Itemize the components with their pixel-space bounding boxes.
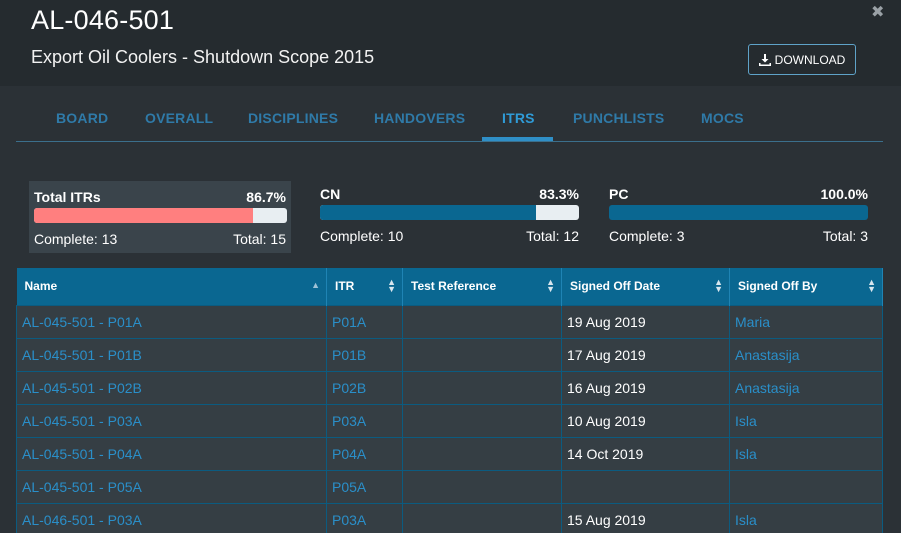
stat-complete: Complete: 3	[609, 228, 685, 244]
download-label: DOWNLOAD	[774, 52, 846, 67]
sort-icon[interactable]: ▲ ▼	[714, 278, 723, 294]
table-row[interactable]: AL-045-501 - P04A P04A 14 Oct 2019 Isla	[16, 436, 883, 471]
table-header-row: Name ▲▼ ITR ▲▼ Test Reference ▲▼ Signed …	[16, 268, 883, 305]
cell-itr[interactable]: P03A	[326, 403, 403, 438]
column-header-label: Signed Off By	[738, 279, 818, 294]
table-row[interactable]: AL-046-501 - P03A P03A 15 Aug 2019 Isla	[16, 502, 883, 533]
cell-test-reference	[402, 469, 562, 504]
cell-name[interactable]: AL-045-501 - P02B	[16, 370, 327, 405]
cell-test-reference	[402, 436, 562, 471]
table-row[interactable]: AL-045-501 - P02B P02B 16 Aug 2019 Anast…	[16, 370, 883, 405]
cell-signed-off-date: 15 Aug 2019	[561, 502, 730, 533]
cell-signed-off-date: 16 Aug 2019	[561, 370, 730, 405]
cell-itr[interactable]: P05A	[326, 469, 403, 504]
cell-signed-off-date: 14 Oct 2019	[561, 436, 730, 471]
stat-title: CN	[320, 186, 341, 202]
stat-total: Total: 15	[233, 231, 286, 247]
cell-name[interactable]: AL-045-501 - P01B	[16, 337, 327, 372]
column-header-label: ITR	[335, 279, 355, 294]
cell-itr[interactable]: P04A	[326, 436, 403, 471]
stat-card-pc[interactable]: PC 100.0% Complete: 3 Total: 3	[604, 181, 874, 253]
modal-header: AL-046-501 Export Oil Coolers - Shutdown…	[0, 0, 901, 86]
tab-bar: BOARD OVERALL DISCIPLINES HANDOVERS ITRS…	[16, 100, 883, 142]
cell-signed-off-by[interactable]: Anastasija	[729, 370, 883, 405]
itrs-table: Name ▲▼ ITR ▲▼ Test Reference ▲▼ Signed …	[16, 268, 883, 533]
cell-itr[interactable]: P02B	[326, 370, 403, 405]
cell-signed-off-by[interactable]: Anastasija	[729, 337, 883, 372]
download-icon	[758, 53, 771, 66]
sort-icon[interactable]: ▲ ▼	[387, 278, 396, 294]
tab-punchlists[interactable]: PUNCHLISTS	[573, 110, 664, 126]
sort-icon[interactable]: ▲ ▼	[546, 278, 555, 294]
cell-signed-off-date	[561, 469, 730, 504]
progress-bar	[609, 205, 868, 220]
cell-test-reference	[402, 370, 562, 405]
stat-title: PC	[609, 186, 629, 202]
cell-itr[interactable]: P01A	[326, 304, 403, 339]
cell-name[interactable]: AL-045-501 - P01A	[16, 304, 327, 339]
cell-signed-off-date: 10 Aug 2019	[561, 403, 730, 438]
stat-card-cn[interactable]: CN 83.3% Complete: 10 Total: 12	[315, 181, 585, 253]
stat-card-total-itrs[interactable]: Total ITRs 86.7% Complete: 13 Total: 15	[29, 181, 291, 253]
cell-itr[interactable]: P03A	[326, 502, 403, 533]
progress-bar	[34, 208, 287, 223]
tab-mocs[interactable]: MOCS	[701, 110, 744, 126]
tab-overall[interactable]: OVERALL	[145, 110, 213, 126]
sort-asc-icon[interactable]: ▲▼	[311, 281, 320, 296]
column-header-name[interactable]: Name ▲▼	[16, 268, 327, 305]
cell-test-reference	[402, 403, 562, 438]
column-header-test-reference[interactable]: Test Reference ▲ ▼	[402, 268, 562, 305]
progress-fill	[320, 205, 536, 220]
tab-handovers[interactable]: HANDOVERS	[374, 110, 465, 126]
column-header-label: Name	[24, 279, 58, 294]
stat-complete: Complete: 13	[34, 231, 118, 247]
column-header-label: Signed Off Date	[570, 279, 661, 294]
close-icon[interactable]: ✖	[871, 4, 885, 22]
active-tab-indicator	[482, 137, 553, 141]
cell-signed-off-date: 19 Aug 2019	[561, 304, 730, 339]
progress-bar	[320, 205, 579, 220]
cell-name[interactable]: AL-045-501 - P03A	[16, 403, 327, 438]
tab-itrs[interactable]: ITRS	[502, 110, 535, 126]
cell-itr[interactable]: P01B	[326, 337, 403, 372]
tab-disciplines[interactable]: DISCIPLINES	[248, 110, 338, 126]
stat-complete: Complete: 10	[320, 228, 404, 244]
cell-signed-off-by[interactable]	[729, 469, 883, 504]
column-header-itr[interactable]: ITR ▲ ▼	[326, 268, 403, 305]
table-row[interactable]: AL-045-501 - P01B P01B 17 Aug 2019 Anast…	[16, 337, 883, 372]
stat-percent: 100.0%	[820, 186, 868, 202]
tab-board[interactable]: BOARD	[56, 110, 108, 126]
page-title: AL-046-501	[31, 5, 175, 35]
column-header-label: Test Reference	[411, 279, 497, 294]
cell-signed-off-by[interactable]: Isla	[729, 436, 883, 471]
cell-test-reference	[402, 337, 562, 372]
cell-name[interactable]: AL-045-501 - P05A	[16, 469, 327, 504]
stat-total: Total: 12	[526, 228, 579, 244]
cell-test-reference	[402, 304, 562, 339]
cell-signed-off-by[interactable]: Isla	[729, 502, 883, 533]
stat-total: Total: 3	[822, 228, 868, 244]
column-header-signed-off-date[interactable]: Signed Off Date ▲ ▼	[561, 268, 730, 305]
cell-name[interactable]: AL-045-501 - P04A	[16, 436, 327, 471]
table-row[interactable]: AL-045-501 - P05A P05A	[16, 469, 883, 504]
stat-title: Total ITRs	[34, 189, 101, 205]
cell-signed-off-date: 17 Aug 2019	[561, 337, 730, 372]
table-row[interactable]: AL-045-501 - P03A P03A 10 Aug 2019 Isla	[16, 403, 883, 438]
stat-percent: 83.3%	[539, 186, 579, 202]
cell-signed-off-by[interactable]: Isla	[729, 403, 883, 438]
table-row[interactable]: AL-045-501 - P01A P01A 19 Aug 2019 Maria	[16, 304, 883, 339]
progress-fill	[34, 208, 254, 223]
download-button[interactable]: DOWNLOAD	[748, 44, 856, 75]
column-header-signed-off-by[interactable]: Signed Off By ▲ ▼	[729, 268, 883, 305]
progress-fill	[609, 205, 868, 220]
stat-percent: 86.7%	[246, 189, 286, 205]
cell-test-reference	[402, 502, 562, 533]
cell-signed-off-by[interactable]: Maria	[729, 304, 883, 339]
cell-name[interactable]: AL-046-501 - P03A	[16, 502, 327, 533]
page-subtitle: Export Oil Coolers - Shutdown Scope 2015	[31, 47, 375, 67]
sort-icon[interactable]: ▲ ▼	[867, 278, 876, 294]
